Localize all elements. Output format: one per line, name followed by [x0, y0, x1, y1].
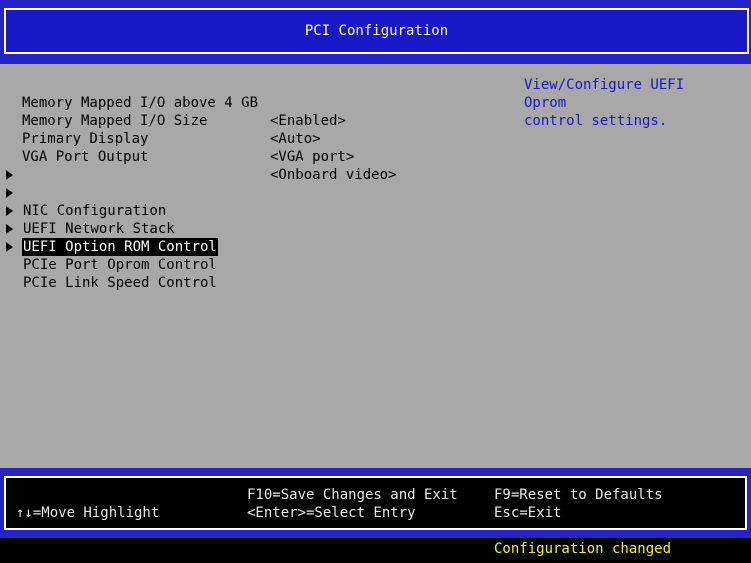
triangle-right-icon [6, 170, 13, 180]
status-message: Configuration changed [494, 541, 672, 557]
setting-vga-port-output[interactable]: VGA Port Output <Onboard video> [22, 130, 396, 183]
main-panel: Memory Mapped I/O above 4 GB <Enabled> M… [0, 64, 751, 468]
select-entry-hint: <Enter>=Select Entry [247, 505, 416, 521]
submenu-nic-configuration[interactable]: NIC Configuration [6, 166, 166, 219]
header-band: PCI Configuration [0, 0, 751, 64]
esc-exit-hint: Esc=Exit [494, 505, 562, 521]
submenu-uefi-option-rom-control[interactable]: UEFI Option ROM Control [6, 202, 218, 256]
submenu-label: PCIe Link Speed Control [23, 275, 217, 291]
triangle-right-icon [6, 224, 13, 234]
submenu-pcie-port-oprom-control[interactable]: PCIe Port Oprom Control [6, 220, 217, 273]
status-bar: Configuration changed [0, 538, 751, 563]
help-text: View/Configure UEFI Oprom control settin… [524, 77, 685, 129]
submenu-pcie-link-speed-control[interactable]: PCIe Link Speed Control [6, 238, 217, 291]
reset-defaults-hint: F9=Reset to Defaults [494, 487, 663, 503]
setting-primary-display[interactable]: Primary Display <VGA port> [22, 112, 354, 165]
move-highlight-hint: ↑↓=Move Highlight [16, 505, 160, 521]
submenu-uefi-network-stack[interactable]: UEFI Network Stack [6, 184, 175, 237]
setting-mmio-above-4gb[interactable]: Memory Mapped I/O above 4 GB <Enabled> [22, 76, 346, 129]
triangle-right-icon [6, 188, 13, 198]
setting-value[interactable]: <Auto> [270, 130, 470, 148]
setting-value[interactable]: <Onboard video> [270, 166, 470, 184]
footer-band: ↑↓=Move Highlight F10=Save Changes and E… [0, 468, 751, 538]
key-help-box: ↑↓=Move Highlight F10=Save Changes and E… [4, 476, 747, 530]
triangle-right-icon [6, 206, 13, 216]
header-box: PCI Configuration [4, 8, 749, 54]
setting-label: VGA Port Output [22, 149, 149, 165]
setting-value[interactable]: <Enabled> [270, 112, 470, 130]
setting-value[interactable]: <VGA port> [270, 148, 470, 166]
triangle-right-icon [6, 242, 13, 252]
save-exit-hint: F10=Save Changes and Exit [247, 487, 458, 503]
setting-mmio-size[interactable]: Memory Mapped I/O Size <Auto> [22, 94, 321, 147]
page-title: PCI Configuration [304, 23, 449, 39]
